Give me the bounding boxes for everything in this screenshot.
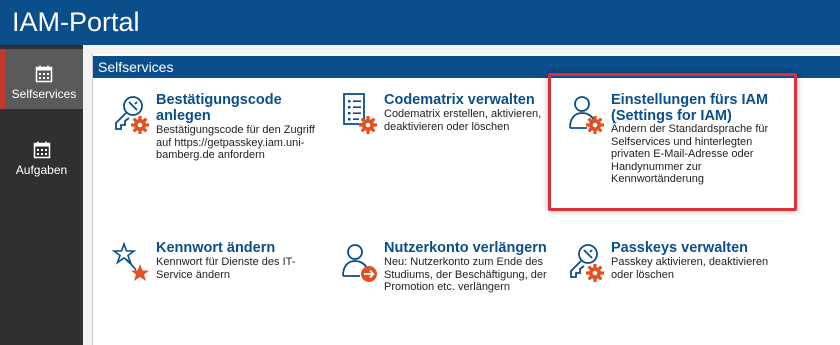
card-kennwort[interactable]: Kennwort ändern Kennwort für Dienste des… [112,240,332,290]
calendar-icon [35,65,53,83]
card-description: Ändern der Standardsprache für Selfservi… [611,123,769,185]
card-title: Bestätigungscode anlegen [156,92,282,124]
key-gear-icon [570,244,604,282]
panel-header: Selfservices [93,56,840,78]
card-title: Passkeys verwalten [611,240,749,256]
card-nutzerkonto[interactable]: Nutzerkonto verlängern Neu: Nutzerkonto … [340,240,560,295]
card-description: Codematrix erstellen, aktivieren, deakti… [384,108,542,133]
card-title: Codematrix verwalten [384,92,535,108]
app-header: IAM-Portal [0,0,840,45]
card-bestaetigungscode[interactable]: Bestätigungscode anlegen Bestätigungscod… [112,92,332,162]
sidebar-item-aufgaben[interactable]: Aufgaben [0,141,83,191]
card-passkeys[interactable]: Passkeys verwalten Passkey aktivieren, d… [567,240,787,285]
list-gear-icon [343,93,377,134]
card-description: Neu: Nutzerkonto zum Ende des Studiums, … [384,256,547,293]
card-description: Passkey aktivieren, deaktivieren oder lö… [611,256,769,281]
app-title[interactable]: IAM-Portal [12,7,140,37]
card-description: Bestätigungscode für den Zugriff auf htt… [156,124,315,161]
sidebar-item-label: Selfservices [11,87,77,101]
card-title: Kennwort ändern [156,240,276,256]
star-icon [112,241,149,281]
card-description: Kennwort für Dienste des IT-Service ände… [156,256,296,281]
sidebar-item-selfservices[interactable]: Selfservices [0,49,83,109]
key-gear-icon [115,96,149,134]
card-einstellungen[interactable]: Einstellungen fürs IAM (Settings for IAM… [567,92,787,197]
card-title: Nutzerkonto verlängern [384,240,547,256]
panel-title: Selfservices [98,59,174,75]
card-title: Einstellungen fürs IAM (Settings for IAM… [611,92,769,124]
user-arrow-icon [342,244,377,282]
calendar-icon [33,141,50,159]
sidebar-item-label: Aufgaben [15,163,68,177]
card-codematrix[interactable]: Codematrix verwalten Codematrix erstelle… [340,92,560,142]
sidebar: Selfservices Aufgaben [0,45,83,345]
user-gear-icon [569,96,604,134]
